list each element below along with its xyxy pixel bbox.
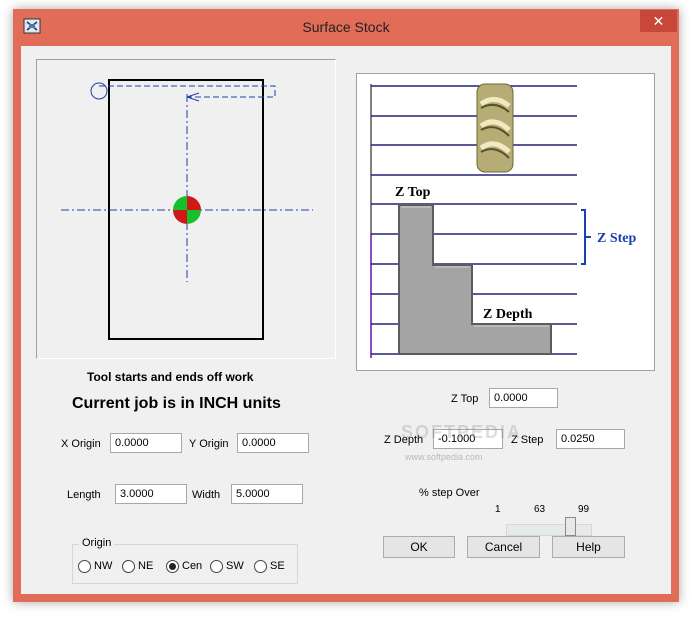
x-origin-label: X Origin bbox=[61, 438, 101, 450]
dialog-client-area: Z Top Z Step Z Depth Tool starts and end… bbox=[21, 46, 671, 594]
radio-circle bbox=[78, 559, 91, 573]
cancel-button[interactable]: Cancel bbox=[467, 536, 540, 558]
close-button[interactable]: ✕ bbox=[640, 10, 677, 32]
step-over-slider-track[interactable] bbox=[506, 524, 592, 536]
radio-circle-selected bbox=[166, 559, 179, 573]
radio-circle bbox=[254, 559, 267, 573]
toolpath-preview bbox=[36, 59, 336, 359]
close-icon: ✕ bbox=[652, 13, 665, 29]
toolpath-preview-graphic bbox=[61, 79, 313, 340]
step-over-value: 63 bbox=[534, 504, 546, 515]
radio-circle bbox=[122, 559, 135, 573]
diagram-z-depth-label: Z Depth bbox=[483, 307, 533, 322]
length-label: Length bbox=[67, 489, 101, 501]
depth-diagram: Z Top Z Step Z Depth bbox=[356, 73, 655, 371]
diagram-z-top-label: Z Top bbox=[395, 185, 431, 200]
units-message: Current job is in INCH units bbox=[72, 395, 281, 412]
origin-radio-nw[interactable]: NW bbox=[78, 558, 112, 574]
watermark-logo: SOFTPEDIA bbox=[401, 422, 523, 442]
z-step-bracket bbox=[581, 209, 591, 265]
origin-group-label: Origin bbox=[79, 537, 115, 549]
step-over-min: 1 bbox=[495, 504, 501, 515]
origin-radio-cen[interactable]: Cen bbox=[166, 558, 202, 574]
origin-radio-ne[interactable]: NE bbox=[122, 558, 153, 574]
step-over-label: % step Over bbox=[419, 487, 480, 499]
length-input[interactable] bbox=[115, 484, 187, 504]
title-bar[interactable]: Surface Stock ✕ bbox=[13, 9, 679, 45]
x-origin-input[interactable] bbox=[110, 433, 182, 453]
radio-label: NW bbox=[94, 560, 113, 572]
width-input[interactable] bbox=[231, 484, 303, 504]
ok-button[interactable]: OK bbox=[383, 536, 455, 558]
window-title: Surface Stock bbox=[302, 19, 390, 35]
step-over-slider-thumb[interactable] bbox=[565, 517, 576, 536]
y-origin-label: Y Origin bbox=[189, 438, 229, 450]
end-mill-icon bbox=[476, 83, 514, 173]
radio-label: SE bbox=[270, 560, 285, 572]
origin-radio-se[interactable]: SE bbox=[254, 558, 285, 574]
watermark-url: www.softpedia.com bbox=[405, 452, 483, 462]
radio-label: NE bbox=[138, 560, 154, 572]
z-step-input[interactable] bbox=[556, 429, 625, 449]
origin-marker-icon bbox=[173, 196, 201, 224]
radio-label: Cen bbox=[182, 560, 203, 572]
tool-offwork-note: Tool starts and ends off work bbox=[87, 370, 254, 384]
origin-radio-sw[interactable]: SW bbox=[210, 558, 244, 574]
z-top-label: Z Top bbox=[451, 393, 479, 405]
help-button[interactable]: Help bbox=[552, 536, 625, 558]
y-origin-input[interactable] bbox=[237, 433, 309, 453]
dialog-window: Surface Stock ✕ Z Top Z Step Z Depth Too… bbox=[13, 9, 679, 602]
radio-label: SW bbox=[226, 560, 244, 572]
step-over-max: 99 bbox=[578, 504, 590, 515]
depth-diagram-graphic: Z Top Z Step Z Depth bbox=[370, 83, 637, 358]
tool-start-circle bbox=[90, 82, 108, 100]
radio-circle bbox=[210, 559, 223, 573]
width-label: Width bbox=[192, 489, 221, 501]
z-top-input[interactable] bbox=[489, 388, 558, 408]
diagram-z-step-label: Z Step bbox=[597, 231, 637, 246]
stock-profile bbox=[398, 204, 552, 355]
